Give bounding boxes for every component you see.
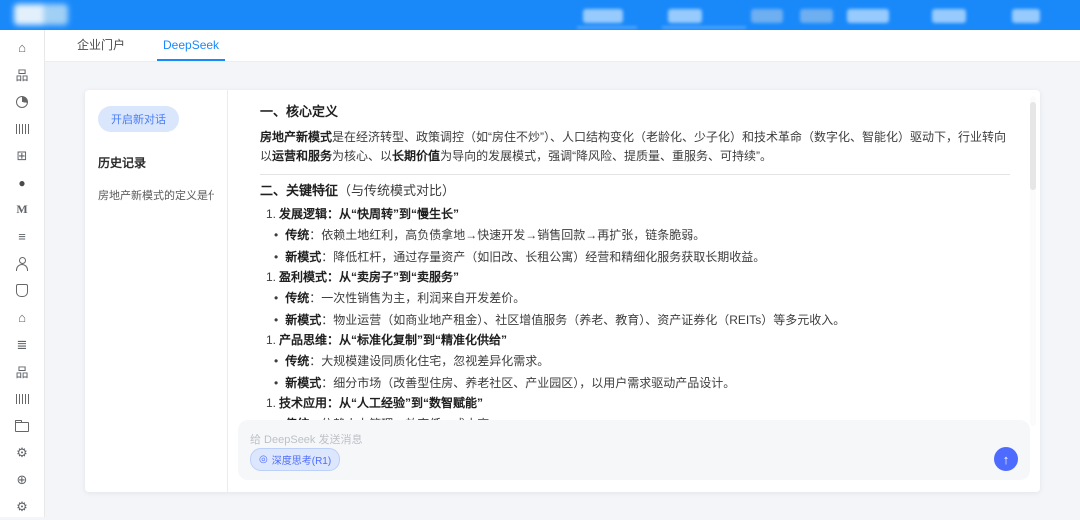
nav-item-blurred[interactable] (800, 9, 833, 23)
bullet-item: •传统：依赖土地红利，高负债拿地→快速开发→销售回款→再扩张，链条脆弱。 (260, 228, 1010, 242)
send-button[interactable]: ↑ (994, 447, 1018, 471)
bullet-list: •传统：一次性销售为主，利润来自开发差价。 •新模式：物业运营（如商业地产租金）、… (260, 291, 1010, 327)
shield-icon (16, 284, 28, 297)
deep-think-label: 深度思考(R1) (272, 452, 331, 467)
app-logo-blurred[interactable] (14, 4, 68, 25)
user-icon (15, 257, 29, 271)
folder-icon (15, 422, 29, 432)
folder-icon[interactable] (0, 412, 44, 439)
arrow-up-icon: ↑ (1003, 452, 1010, 467)
org-chart-icon: 品 (15, 65, 28, 84)
numbered-list-item: 1.产品思维：从“标准化复制”到“精准化供给” (260, 333, 1010, 348)
home-icon[interactable]: ⌂ (0, 34, 44, 61)
nav-item-blurred[interactable] (932, 9, 966, 23)
numbered-list-item: 1.发展逻辑：从“快周转”到“慢生长” (260, 207, 1010, 222)
paragraph: 房地产新模式是在经济转型、政策调控（如“房住不炒”）、人口结构变化（老龄化、少子… (260, 128, 1010, 166)
bullet-dot: • (274, 228, 278, 242)
tree-icon: 品 (15, 362, 28, 381)
tree-icon[interactable]: 品 (0, 358, 44, 385)
settings-gear-icon: ⚙ (16, 499, 28, 515)
barcode-icon[interactable] (0, 115, 44, 142)
message-composer: ◎ 深度思考(R1) ↑ (238, 420, 1030, 480)
nav-item-blurred[interactable] (847, 9, 889, 23)
scrollbar-thumb[interactable] (1030, 102, 1036, 190)
globe-icon[interactable]: ⊕ (0, 466, 44, 493)
gear-badge-icon: ⚙ (16, 445, 28, 461)
nav-item-blurred[interactable] (583, 9, 623, 23)
nav-item-blurred[interactable] (668, 9, 702, 23)
barcode-alt-icon (16, 394, 29, 404)
tab-deepseek[interactable]: DeepSeek (157, 30, 225, 61)
settings-gear-icon[interactable]: ⚙ (0, 493, 44, 520)
pie-chart-icon (16, 96, 28, 108)
dark-badge-icon[interactable]: ● (0, 169, 44, 196)
gear-badge-icon[interactable]: ⚙ (0, 439, 44, 466)
numbered-list-item: 1.盈利模式：从“卖房子”到“卖服务” (260, 270, 1010, 285)
folder-add-icon[interactable]: ⊞ (0, 142, 44, 169)
bullet-dot: • (274, 313, 278, 327)
tab-bar: 企业门户 DeepSeek (45, 30, 1080, 62)
divider (260, 174, 1010, 175)
barcode-alt-icon[interactable] (0, 385, 44, 412)
main-area: 开启新对话 历史记录 房地产新模式的定义是什么 一、核心定义房地产新模式是在经济… (45, 62, 1080, 517)
section-heading: 一、核心定义 (260, 104, 1010, 120)
bullet-dot: • (274, 291, 278, 305)
bullet-item: •新模式：物业运营（如商业地产租金）、社区增值服务（养老、教育）、资产证券化（R… (260, 313, 1010, 327)
bullet-list: •传统：依赖土地红利，高负债拿地→快速开发→销售回款→再扩张，链条脆弱。 •新模式… (260, 228, 1010, 264)
history-title: 历史记录 (98, 154, 214, 171)
home-alt-icon[interactable]: ⌂ (0, 304, 44, 331)
bullet-item: •新模式：降低杠杆，通过存量资产（如旧改、长租公寓）经营和精细化服务获取长期收益… (260, 250, 1010, 264)
user-menu-blurred[interactable] (1012, 9, 1040, 23)
chat-history-panel: 开启新对话 历史记录 房地产新模式的定义是什么 (85, 90, 228, 492)
deep-think-icon: ◎ (259, 455, 268, 465)
bullet-item: •新模式：细分市场（改善型住房、养老社区、产业园区），以用户需求驱动产品设计。 (260, 376, 1010, 390)
dark-badge-icon: ● (18, 176, 25, 190)
chat-content: 一、核心定义房地产新模式是在经济转型、政策调控（如“房住不炒”）、人口结构变化（… (228, 90, 1040, 492)
org-chart-icon[interactable]: 品 (0, 61, 44, 88)
history-item[interactable]: 房地产新模式的定义是什么 (98, 187, 214, 203)
stack-icon: ≣ (17, 337, 28, 353)
home-icon: ⌂ (18, 40, 26, 55)
deepseek-chat-card: 开启新对话 历史记录 房地产新模式的定义是什么 一、核心定义房地产新模式是在经济… (85, 90, 1040, 492)
m-letter-icon: M (16, 202, 27, 217)
numbered-list-item: 1.技术应用：从“人工经验”到“数智赋能” (260, 396, 1010, 411)
message-input[interactable] (250, 434, 826, 446)
home-alt-icon: ⌂ (18, 310, 26, 325)
bullet-item: •传统：一次性销售为主，利润来自开发差价。 (260, 291, 1010, 305)
bullet-dot: • (274, 376, 278, 390)
globe-icon: ⊕ (17, 472, 28, 488)
user-icon[interactable] (0, 250, 44, 277)
nav-item-blurred[interactable] (751, 9, 783, 23)
new-chat-button[interactable]: 开启新对话 (98, 106, 179, 132)
section-heading: 二、关键特征（与传统模式对比） (260, 183, 1010, 199)
m-letter-icon[interactable]: M (0, 196, 44, 223)
deep-think-button[interactable]: ◎ 深度思考(R1) (250, 448, 340, 471)
barcode-icon (16, 124, 29, 134)
list-icon: ≡ (18, 229, 26, 244)
pie-chart-icon[interactable] (0, 88, 44, 115)
shield-icon[interactable] (0, 277, 44, 304)
answer-markdown: 一、核心定义房地产新模式是在经济转型、政策调控（如“房住不炒”）、人口结构变化（… (260, 104, 1010, 431)
bullet-dot: • (274, 354, 278, 368)
sidebar: ⌂ 品 ⊞ ● M ≡ ⌂ ≣ 品 ⚙ ⊕ ⚙ (0, 30, 45, 517)
list-icon[interactable]: ≡ (0, 223, 44, 250)
bullet-list: •传统：大规模建设同质化住宅，忽视差异化需求。 •新模式：细分市场（改善型住房、养… (260, 354, 1010, 390)
folder-add-icon: ⊞ (17, 148, 28, 164)
top-header-bar (0, 0, 1080, 30)
tab-enterprise-portal[interactable]: 企业门户 (71, 30, 131, 61)
bullet-item: •传统：大规模建设同质化住宅，忽视差异化需求。 (260, 354, 1010, 368)
stack-icon[interactable]: ≣ (0, 331, 44, 358)
bullet-dot: • (274, 250, 278, 264)
